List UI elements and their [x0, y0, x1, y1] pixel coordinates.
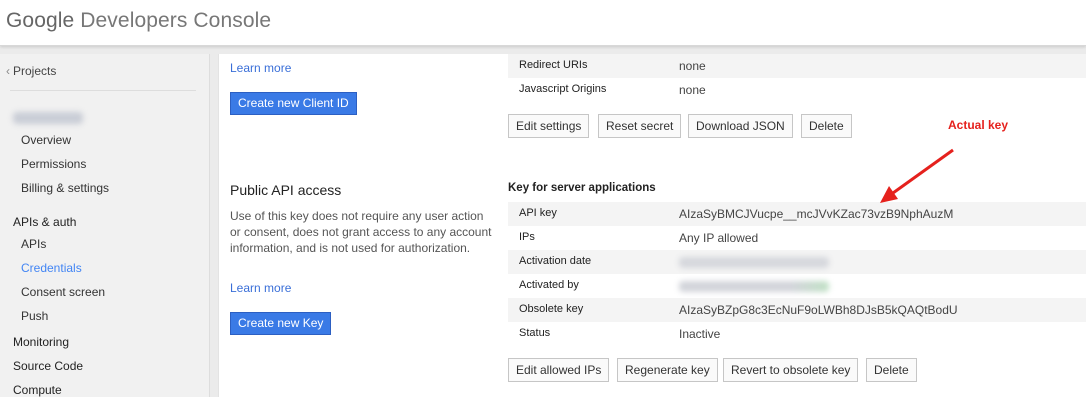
top-bar: Google Developers Console: [0, 0, 1086, 46]
public-api-title: Public API access: [230, 182, 342, 198]
brand-google: Google: [6, 9, 75, 32]
activated-by-row: Activated by: [508, 274, 1086, 298]
regenerate-key-button[interactable]: Regenerate key: [617, 358, 718, 382]
public-api-description: Use of this key does not require any use…: [230, 209, 492, 255]
edit-allowed-ips-button[interactable]: Edit allowed IPs: [508, 358, 610, 382]
create-new-key-button[interactable]: Create new Key: [230, 312, 332, 335]
key-section-header: Key for server applications: [508, 182, 656, 194]
redirect-uris-row: Redirect URIs none: [508, 54, 1086, 78]
sidebar-item-apis-auth[interactable]: APIs & auth: [13, 215, 76, 229]
status-label: Status: [519, 327, 551, 339]
obsolete-key-value[interactable]: AIzaSyBZpG8c3EcNuF9oLWBh8DJsB5kQAQtBodU: [679, 303, 958, 317]
redirect-uris-label: Redirect URIs: [519, 59, 588, 71]
sidebar-item-source-code[interactable]: Source Code: [13, 359, 83, 373]
status-value: Inactive: [679, 327, 721, 341]
edit-settings-button[interactable]: Edit settings: [508, 114, 590, 138]
javascript-origins-value: none: [679, 83, 706, 97]
main-content: Learn more Create new Client ID Redirect…: [218, 54, 1086, 397]
api-key-row: API key AIzaSyBMCJVucpe__mcJVvKZac73vzB9…: [508, 202, 1086, 226]
api-key-value[interactable]: AIzaSyBMCJVucpe__mcJVvKZac73vzB9NphAuzM: [679, 207, 953, 221]
api-key-label: API key: [519, 207, 557, 219]
download-json-button[interactable]: Download JSON: [688, 114, 793, 138]
obsolete-key-row: Obsolete key AIzaSyBZpG8c3EcNuF9oLWBh8DJ…: [508, 298, 1086, 322]
oauth-learn-more-link[interactable]: Learn more: [230, 61, 291, 75]
sidebar-item-push[interactable]: Push: [21, 309, 48, 323]
activated-by-label: Activated by: [519, 279, 579, 291]
sidebar-item-monitoring[interactable]: Monitoring: [13, 335, 69, 349]
key-delete-button[interactable]: Delete: [866, 358, 917, 382]
revert-obsolete-key-button[interactable]: Revert to obsolete key: [723, 358, 859, 382]
console-logo[interactable]: Google Developers Console: [6, 9, 271, 33]
redirect-uris-value: none: [679, 59, 706, 73]
sidebar: ‹ Projects Overview Permissions Billing &…: [0, 54, 210, 397]
ips-row: IPs Any IP allowed: [508, 226, 1086, 250]
activated-by-redacted: [679, 281, 829, 292]
sidebar-item-credentials[interactable]: Credentials: [21, 261, 82, 275]
sidebar-item-billing[interactable]: Billing & settings: [21, 181, 109, 195]
public-api-learn-more-link[interactable]: Learn more: [230, 281, 291, 295]
create-client-id-button[interactable]: Create new Client ID: [230, 92, 357, 115]
sidebar-item-permissions[interactable]: Permissions: [21, 157, 86, 171]
brand-product: Developers Console: [80, 9, 272, 32]
annotation-label: Actual key: [948, 118, 1009, 132]
sidebar-item-overview[interactable]: Overview: [21, 133, 71, 147]
chevron-left-icon: ‹: [6, 64, 10, 78]
projects-back-link[interactable]: ‹ Projects: [6, 64, 56, 78]
javascript-origins-row: Javascript Origins none: [508, 78, 1086, 102]
sidebar-item-consent-screen[interactable]: Consent screen: [21, 285, 105, 299]
oauth-delete-button[interactable]: Delete: [801, 114, 852, 138]
javascript-origins-label: Javascript Origins: [519, 83, 607, 95]
ips-label: IPs: [519, 231, 535, 243]
status-row: Status Inactive: [508, 322, 1086, 346]
projects-label: Projects: [13, 64, 57, 78]
activation-date-row: Activation date: [508, 250, 1086, 274]
sidebar-item-apis[interactable]: APIs: [21, 237, 46, 251]
activation-date-redacted: [679, 257, 829, 268]
sidebar-divider: [10, 90, 196, 91]
obsolete-key-label: Obsolete key: [519, 303, 584, 315]
ips-value: Any IP allowed: [679, 231, 759, 245]
activation-date-label: Activation date: [519, 255, 592, 267]
project-name-redacted: [13, 112, 83, 124]
sidebar-item-compute[interactable]: Compute: [13, 383, 62, 397]
reset-secret-button[interactable]: Reset secret: [598, 114, 682, 138]
